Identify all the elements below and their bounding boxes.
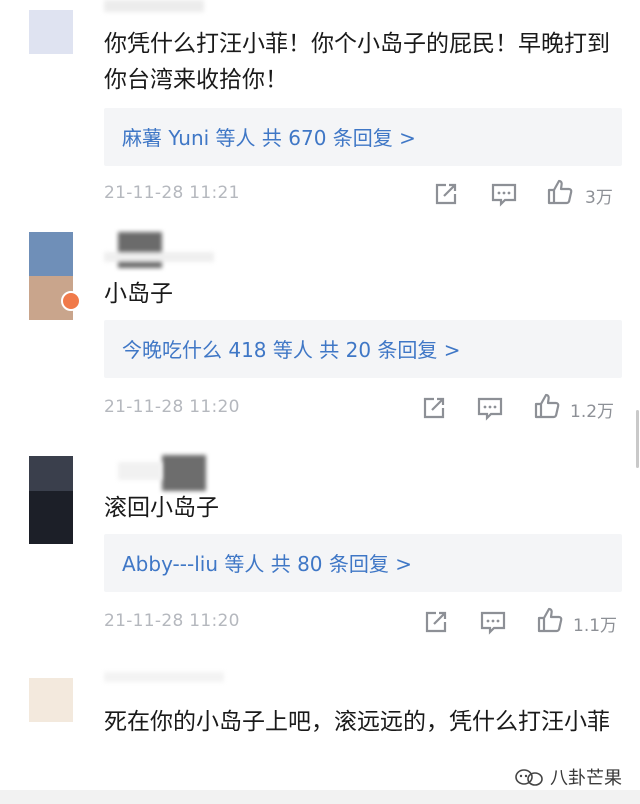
reply-summary-text[interactable]: 麻薯 Yuni 等人 共 670 条回复 > [122, 122, 416, 151]
comment-time: 21-11-28 11:20 [104, 611, 240, 631]
comment-text: 你凭什么打汪小菲！你个小岛子的屁民！早晚打到你台湾来收拾你！ [104, 31, 610, 93]
reply-users: 今晚吃什么 418 [122, 338, 267, 362]
reply-users: Abby---liu [122, 552, 218, 576]
watermark-icon [515, 769, 543, 786]
thumbs-up-icon[interactable] [536, 606, 564, 634]
username-blurred[interactable] [118, 232, 162, 268]
comment-icon[interactable] [476, 394, 504, 422]
comment-text: 小岛子 [104, 281, 173, 307]
thumbs-up-icon[interactable] [546, 178, 574, 206]
like-count: 1.2万 [570, 402, 615, 422]
comment-icon[interactable] [490, 180, 518, 208]
reply-summary[interactable]: Abby---liu 等人 共 80 条回复 > [104, 534, 622, 592]
reply-users: 麻薯 Yuni [122, 126, 210, 150]
bottom-edge [0, 790, 640, 804]
like-count: 3万 [585, 188, 613, 208]
comment-text: 死在你的小岛子上吧，滚远远的，凭什么打汪小菲 [104, 709, 610, 735]
avatar-badge [61, 291, 81, 311]
username-blurred[interactable] [104, 672, 224, 682]
share-icon[interactable] [420, 394, 448, 422]
reply-mid: 等人 [266, 338, 320, 362]
thumbs-up-icon[interactable] [533, 392, 561, 420]
comment-time: 21-11-28 11:20 [104, 397, 240, 417]
comment-text: 滚回小岛子 [104, 495, 219, 521]
comment-icon[interactable] [479, 608, 507, 636]
reply-mid: 等人 [218, 552, 271, 576]
comment-time: 21-11-28 11:21 [104, 183, 240, 203]
reply-count-link[interactable]: 共 670 条回复 > [262, 126, 416, 150]
like-count: 1.1万 [573, 616, 618, 636]
username-blurred[interactable] [104, 0, 204, 12]
reply-summary-text[interactable]: 今晚吃什么 418 等人 共 20 条回复 > [122, 334, 461, 363]
avatar[interactable] [29, 678, 73, 722]
watermark-text: 八卦芒果 [550, 768, 622, 789]
watermark: 八卦芒果 [514, 764, 622, 790]
reply-mid: 等人 [209, 126, 262, 150]
scrollbar[interactable] [636, 410, 639, 468]
reply-summary-text[interactable]: Abby---liu 等人 共 80 条回复 > [122, 548, 412, 577]
username-blurred[interactable] [104, 252, 214, 262]
reply-summary[interactable]: 今晚吃什么 418 等人 共 20 条回复 > [104, 320, 622, 378]
reply-count-link[interactable]: 共 80 条回复 > [271, 552, 412, 576]
share-icon[interactable] [432, 180, 460, 208]
reply-count-link[interactable]: 共 20 条回复 > [319, 338, 460, 362]
share-icon[interactable] [422, 608, 450, 636]
avatar[interactable] [29, 456, 73, 544]
username-blurred[interactable] [162, 455, 206, 491]
reply-summary[interactable]: 麻薯 Yuni 等人 共 670 条回复 > [104, 108, 622, 166]
username-blurred[interactable] [118, 462, 162, 480]
avatar[interactable] [29, 10, 73, 54]
